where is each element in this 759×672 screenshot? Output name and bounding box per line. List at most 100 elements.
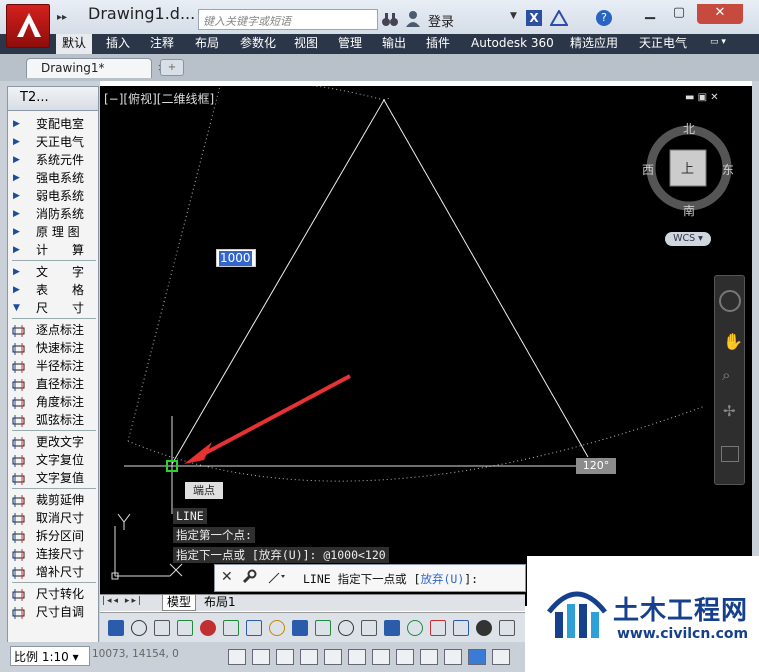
exchange-apps-icon[interactable]: X	[526, 10, 542, 26]
panel-item[interactable]: 增补尺寸	[10, 563, 98, 581]
panel-item[interactable]: ▼ 尺 寸	[10, 299, 98, 317]
viewport-controls[interactable]: ▬ ▣ ✕	[685, 92, 719, 103]
status-toggle-icon[interactable]	[396, 649, 414, 665]
panel-item[interactable]: 连接尺寸	[10, 545, 98, 563]
panel-item[interactable]: ▶ 变配电室	[10, 115, 98, 133]
status-toggle-icon[interactable]	[420, 649, 438, 665]
toolbar-tool-icon[interactable]	[499, 620, 515, 636]
toolbar-tool-icon[interactable]	[453, 620, 469, 636]
panel-item[interactable]: ▶ 系统元件	[10, 151, 98, 169]
login-dropdown-icon[interactable]: ▼	[510, 11, 517, 21]
recent-commands-icon[interactable]	[267, 569, 287, 585]
login-link[interactable]: 登录	[428, 11, 454, 30]
tab-layout[interactable]: 布局	[189, 34, 225, 54]
command-option-undo[interactable]: 放弃(U)	[420, 572, 464, 586]
status-toggle-icon[interactable]	[492, 649, 510, 665]
panel-item[interactable]: 尺寸转化	[10, 585, 98, 603]
minimize-button[interactable]: ▁	[637, 4, 663, 24]
panel-item[interactable]: 快速标注	[10, 339, 98, 357]
toolbar-tool-icon[interactable]	[200, 620, 216, 636]
search-input[interactable]: 键入关键字或短语	[198, 9, 378, 30]
toolbar-tool-icon[interactable]	[108, 620, 124, 636]
toolbar-tool-icon[interactable]	[315, 620, 331, 636]
zoom-icon[interactable]: ⌕	[722, 366, 730, 384]
tab-output[interactable]: 输出	[376, 34, 412, 54]
panel-item[interactable]: 直径标注	[10, 375, 98, 393]
panel-item[interactable]: ▶ 强电系统	[10, 169, 98, 187]
toolbar-tool-icon[interactable]	[292, 620, 308, 636]
tab-layout1[interactable]: 布局1	[200, 595, 240, 611]
toolbar-tool-icon[interactable]	[338, 620, 354, 636]
tab-tangent-electric[interactable]: 天正电气	[633, 34, 693, 54]
command-line[interactable]: ✕ LINE 指定下一点或 [放弃(U)]:	[214, 564, 526, 592]
toolbar-tool-icon[interactable]	[269, 620, 285, 636]
status-toggle-icon[interactable]	[300, 649, 318, 665]
status-toggle-icon[interactable]	[372, 649, 390, 665]
dynamic-input-value[interactable]: 1000	[219, 251, 252, 266]
autodesk-triangle-icon[interactable]	[549, 8, 569, 26]
toolbar-tool-icon[interactable]	[246, 620, 262, 636]
status-toggle-icon[interactable]	[276, 649, 294, 665]
toolbar-tool-icon[interactable]	[177, 620, 193, 636]
panel-item[interactable]: ▶ 表 格	[10, 281, 98, 299]
panel-item[interactable]: ▶ 天正电气	[10, 133, 98, 151]
toolbar-tool-icon[interactable]	[407, 620, 423, 636]
compass-east[interactable]: 东	[722, 161, 734, 178]
status-toggle-icon[interactable]	[468, 649, 486, 665]
user-icon[interactable]	[405, 10, 421, 28]
help-icon[interactable]: ?	[596, 10, 612, 26]
panel-item[interactable]: ▶ 原 理 图	[10, 223, 98, 241]
compass-south[interactable]: 南	[683, 202, 695, 219]
toolbar-tool-icon[interactable]	[223, 620, 239, 636]
pan-hand-icon[interactable]: ✋	[723, 332, 743, 351]
panel-item[interactable]: 取消尺寸	[10, 509, 98, 527]
viewcube-top-label[interactable]: 上	[681, 158, 694, 177]
tab-view[interactable]: 视图	[288, 34, 324, 54]
ribbon-options-icon[interactable]: ▭ ▾	[710, 37, 744, 51]
panel-item[interactable]: ▶ 弱电系统	[10, 187, 98, 205]
wrench-icon[interactable]	[241, 569, 257, 585]
steering-wheel-icon[interactable]	[719, 290, 741, 312]
maximize-button[interactable]: ▢	[666, 4, 692, 24]
toolbar-tool-icon[interactable]	[154, 620, 170, 636]
compass-north[interactable]: 北	[683, 120, 695, 137]
tab-insert[interactable]: 插入	[100, 34, 136, 54]
wcs-menu-button[interactable]: WCS ▾	[665, 232, 711, 246]
document-tab[interactable]: Drawing1* ×	[26, 58, 166, 78]
toolbar-tool-icon[interactable]	[384, 620, 400, 636]
tab-parametric[interactable]: 参数化	[234, 34, 282, 54]
status-toggle-icon[interactable]	[348, 649, 366, 665]
panel-item[interactable]: 尺寸自调	[10, 603, 98, 621]
panel-item[interactable]: 文字复位	[10, 451, 98, 469]
tab-manage[interactable]: 管理	[332, 34, 368, 54]
dynamic-input-box[interactable]: 1000	[216, 249, 256, 267]
panel-item[interactable]: ▶ 文 字	[10, 263, 98, 281]
close-command-line-icon[interactable]: ✕	[221, 569, 233, 585]
status-toggle-icon[interactable]	[444, 649, 462, 665]
status-toggle-icon[interactable]	[324, 649, 342, 665]
status-toggle-icon[interactable]	[252, 649, 270, 665]
orbit-icon[interactable]: ✢	[723, 402, 736, 420]
tab-annotate[interactable]: 注释	[144, 34, 180, 54]
autocad-logo-button[interactable]	[6, 4, 50, 48]
scale-selector[interactable]: 比例 1:10 ▾	[10, 646, 90, 666]
panel-item[interactable]: 逐点标注	[10, 321, 98, 339]
toolbar-tool-icon[interactable]	[361, 620, 377, 636]
panel-item[interactable]: 文字复值	[10, 469, 98, 487]
new-tab-button[interactable]: +	[160, 59, 184, 76]
toolbar-tool-icon[interactable]	[131, 620, 147, 636]
binoculars-icon[interactable]	[380, 10, 400, 28]
compass-west[interactable]: 西	[642, 161, 654, 178]
panel-item[interactable]: 半径标注	[10, 357, 98, 375]
tab-default[interactable]: 默认	[56, 34, 93, 54]
toolbar-tool-icon[interactable]	[476, 620, 492, 636]
toolbar-tool-icon[interactable]	[430, 620, 446, 636]
viewport-label[interactable]: [−][俯视][二维线框]	[104, 90, 214, 107]
panel-item[interactable]: 拆分区间	[10, 527, 98, 545]
tab-model[interactable]: 模型	[162, 595, 197, 611]
status-toggle-icon[interactable]	[228, 649, 246, 665]
quick-access-expand-icon[interactable]: ▸▸	[52, 8, 72, 28]
panel-item[interactable]: ▶ 消防系统	[10, 205, 98, 223]
panel-item[interactable]: 角度标注	[10, 393, 98, 411]
panel-item[interactable]: 更改文字	[10, 433, 98, 451]
